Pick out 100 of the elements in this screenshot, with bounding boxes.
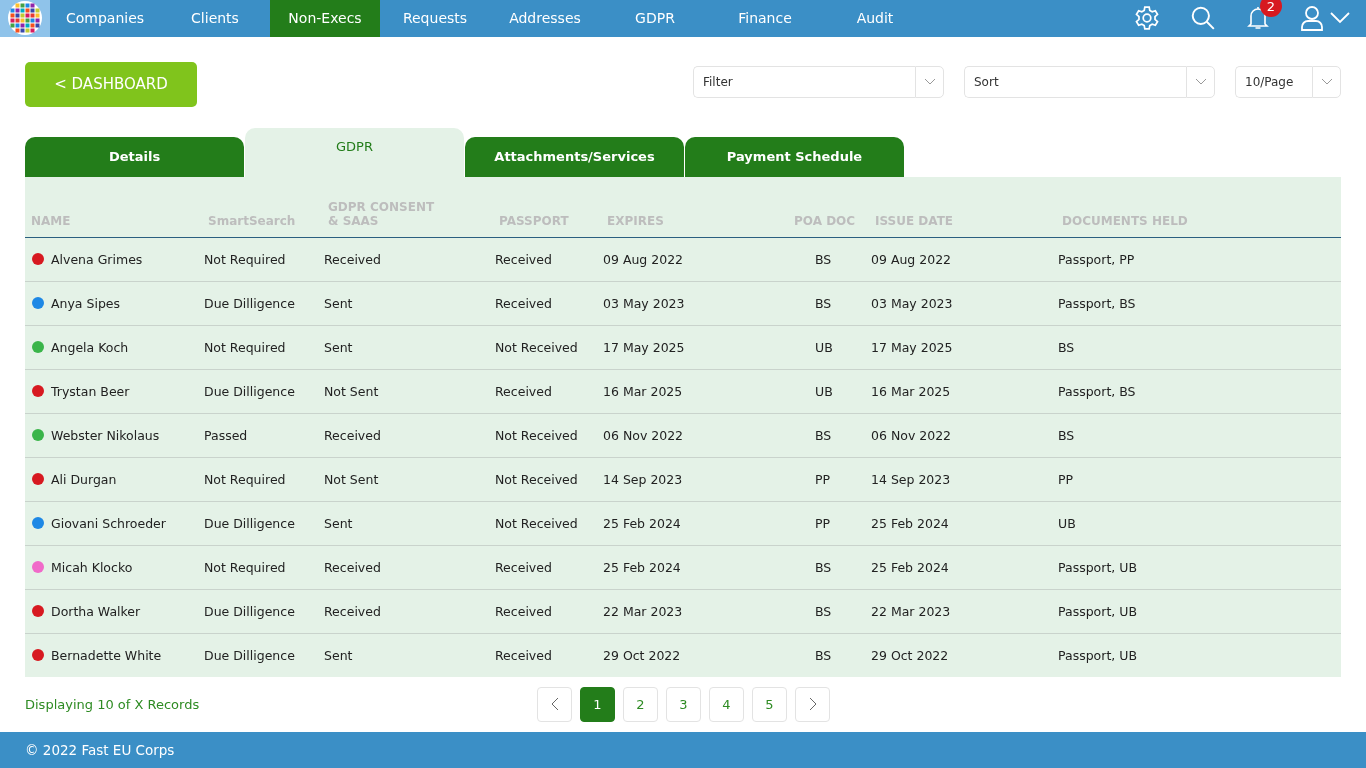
table-cell-text: UB xyxy=(814,339,834,355)
record-count: Displaying 10 of X Records xyxy=(25,696,201,712)
table-cell-text: Passport, BS xyxy=(1057,295,1137,311)
table-cell: Dortha Walker xyxy=(51,603,141,619)
table-cell-text: BS xyxy=(814,559,833,575)
table-cell-text: Passport, UB xyxy=(1057,559,1138,575)
table-cell-text: Received xyxy=(323,427,382,443)
dropdown-field[interactable]: 10/Page xyxy=(1235,65,1312,98)
page-button[interactable]: 4 xyxy=(709,686,744,722)
user-icon[interactable] xyxy=(1300,5,1324,32)
table-cell-text: BS xyxy=(814,647,833,663)
table-cell-text: Not Received xyxy=(494,339,579,355)
table-cell-text: UB xyxy=(1057,515,1077,531)
tab[interactable]: Payment Schedule xyxy=(685,136,904,177)
notification-badge: 2 xyxy=(1260,0,1282,18)
table-cell-text: Passed xyxy=(203,427,249,443)
table-cell-text: 09 Aug 2022 xyxy=(870,251,953,267)
page-button[interactable]: 3 xyxy=(666,686,701,722)
table-cell-text: Not Required xyxy=(203,471,287,487)
table-cell-text: 16 Mar 2025 xyxy=(602,383,684,399)
page-button[interactable]: 1 xyxy=(580,686,615,722)
table-cell-text: Sent xyxy=(323,339,354,355)
nav-tab[interactable]: Audit xyxy=(820,0,930,37)
table-cell-text: 29 Oct 2022 xyxy=(602,647,682,663)
table-cell-text: Received xyxy=(494,295,553,311)
table-cell-text: Not Required xyxy=(203,559,287,575)
table-cell-text: 25 Feb 2024 xyxy=(602,559,682,575)
page-button[interactable]: 5 xyxy=(752,686,787,722)
table-cell-text: Received xyxy=(323,251,382,267)
table-cell-text: Received xyxy=(494,251,553,267)
table-cell-text: Received xyxy=(494,383,553,399)
dropdown-field[interactable]: Filter xyxy=(693,65,915,98)
table-cell-text: 03 May 2023 xyxy=(602,295,686,311)
table-cell-text: 14 Sep 2023 xyxy=(602,471,684,487)
nav-tab[interactable]: Companies xyxy=(50,0,160,37)
table-cell-text: Received xyxy=(323,603,382,619)
table-cell-text: Passport, BS xyxy=(1057,383,1137,399)
table-cell: Bernadette White xyxy=(51,647,162,663)
settings-icon[interactable] xyxy=(1134,5,1160,32)
table-cell-text: Due Dilligence xyxy=(203,383,296,399)
table-cell-text: Passport, UB xyxy=(1057,647,1138,663)
nav-tab[interactable]: Non-Execs xyxy=(270,0,380,37)
table-cell-text: 25 Feb 2024 xyxy=(870,515,950,531)
table-cell: Webster Nikolaus xyxy=(51,427,160,443)
table-cell: Alvena Grimes xyxy=(51,251,143,267)
table-cell-text: 09 Aug 2022 xyxy=(602,251,685,267)
nav-tab[interactable]: Finance xyxy=(710,0,820,37)
nav-tab[interactable]: Clients xyxy=(160,0,270,37)
search-icon[interactable] xyxy=(1190,5,1216,32)
table-cell: Giovani Schroeder xyxy=(51,515,166,531)
tab[interactable]: Details xyxy=(25,136,244,177)
table-cell-text: 03 May 2023 xyxy=(870,295,954,311)
table-cell-text: Due Dilligence xyxy=(203,295,296,311)
table-cell-text: 29 Oct 2022 xyxy=(870,647,950,663)
dropdown-toggle[interactable] xyxy=(1312,65,1341,98)
table-cell-text: BS xyxy=(814,427,833,443)
table-cell-text: UB xyxy=(814,383,834,399)
tab[interactable]: Attachments/Services xyxy=(465,136,684,177)
table-cell-text: Not Sent xyxy=(323,383,380,399)
table-cell-text: Due Dilligence xyxy=(203,647,296,663)
chevron-down-icon xyxy=(1320,77,1333,86)
table-cell-text: Received xyxy=(494,603,553,619)
table-cell-text: 22 Mar 2023 xyxy=(602,603,684,619)
nav-tab[interactable]: Requests xyxy=(380,0,490,37)
table-cell-text: Received xyxy=(323,559,382,575)
dropdown-toggle[interactable] xyxy=(1186,65,1215,98)
chevron-down-icon xyxy=(923,77,936,86)
table-cell-text: Not Required xyxy=(203,339,287,355)
table-cell: Angela Koch xyxy=(51,339,129,355)
table-cell-text: 25 Feb 2024 xyxy=(870,559,950,575)
table-cell-text: 14 Sep 2023 xyxy=(870,471,952,487)
table-cell-text: Sent xyxy=(323,295,354,311)
table-cell-text: 22 Mar 2023 xyxy=(870,603,952,619)
table-cell-text: Due Dilligence xyxy=(203,515,296,531)
table-cell: Ali Durgan xyxy=(51,471,117,487)
table-cell-text: BS xyxy=(1057,339,1076,355)
table-cell-text: Passport, PP xyxy=(1057,251,1136,267)
dropdown-toggle[interactable] xyxy=(915,65,944,98)
table-cell-text: Sent xyxy=(323,515,354,531)
nav-tab[interactable]: GDPR xyxy=(600,0,710,37)
page-button[interactable]: 2 xyxy=(623,686,658,722)
table-cell-text: 25 Feb 2024 xyxy=(602,515,682,531)
dropdown-field[interactable]: Sort xyxy=(964,65,1186,98)
table-cell-text: Not Received xyxy=(494,427,579,443)
table-cell-text: BS xyxy=(814,251,833,267)
table-cell: Micah Klocko xyxy=(51,559,133,575)
table-cell-text: 06 Nov 2022 xyxy=(602,427,685,443)
globe-logo-icon[interactable] xyxy=(7,0,43,37)
chevron-down-icon xyxy=(1194,77,1207,86)
table-cell-text: PP xyxy=(1057,471,1075,487)
table-cell-text: PP xyxy=(814,471,832,487)
chevron-down-icon[interactable] xyxy=(1330,12,1350,25)
tab[interactable]: GDPR xyxy=(245,127,464,177)
table-cell-text: Not Required xyxy=(203,251,287,267)
table-cell-text: Not Received xyxy=(494,471,579,487)
table-cell-text: Not Received xyxy=(494,515,579,531)
table-cell: Anya Sipes xyxy=(51,295,121,311)
nav-tab[interactable]: Addresses xyxy=(490,0,600,37)
table-cell-text: BS xyxy=(1057,427,1076,443)
table-cell-text: BS xyxy=(814,295,833,311)
